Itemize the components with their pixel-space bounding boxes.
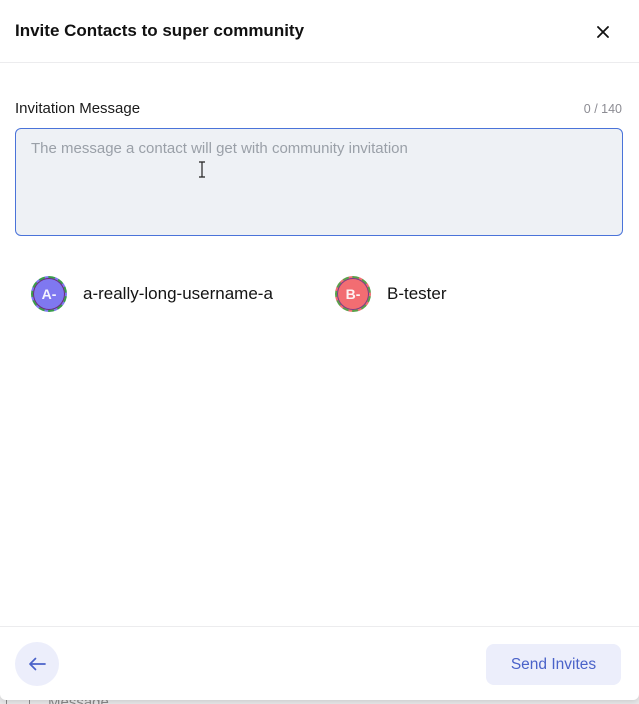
avatar-initials: B- — [345, 286, 361, 302]
contact-name: B-tester — [387, 284, 447, 303]
dialog-title: Invite Contacts to super community — [15, 21, 305, 40]
avatar: B- — [335, 276, 371, 312]
contact-item[interactable]: B- B-tester — [335, 274, 447, 314]
dialog-header: Invite Contacts to super community — [0, 0, 639, 63]
dialog-footer: Send Invites — [0, 626, 639, 700]
back-button[interactable] — [15, 642, 59, 686]
text-cursor-icon — [199, 161, 205, 178]
invitation-message-label: Invitation Message — [15, 100, 141, 117]
invite-contacts-dialog: Invite Contacts to super community Invit… — [0, 0, 639, 700]
close-button[interactable] — [590, 19, 616, 45]
contact-item[interactable]: A- a-really-long-username-a — [31, 274, 273, 314]
invitation-message-input[interactable] — [15, 128, 623, 236]
avatar: A- — [31, 276, 67, 312]
send-invites-button[interactable]: Send Invites — [486, 644, 621, 685]
contact-list: A- a-really-long-username-a B- B-tester — [0, 274, 639, 314]
character-counter: 0 / 140 — [583, 102, 622, 116]
contact-name: a-really-long-username-a — [83, 284, 273, 303]
avatar-initials: A- — [41, 286, 57, 302]
close-icon — [597, 26, 609, 38]
arrow-left-icon — [29, 657, 46, 671]
